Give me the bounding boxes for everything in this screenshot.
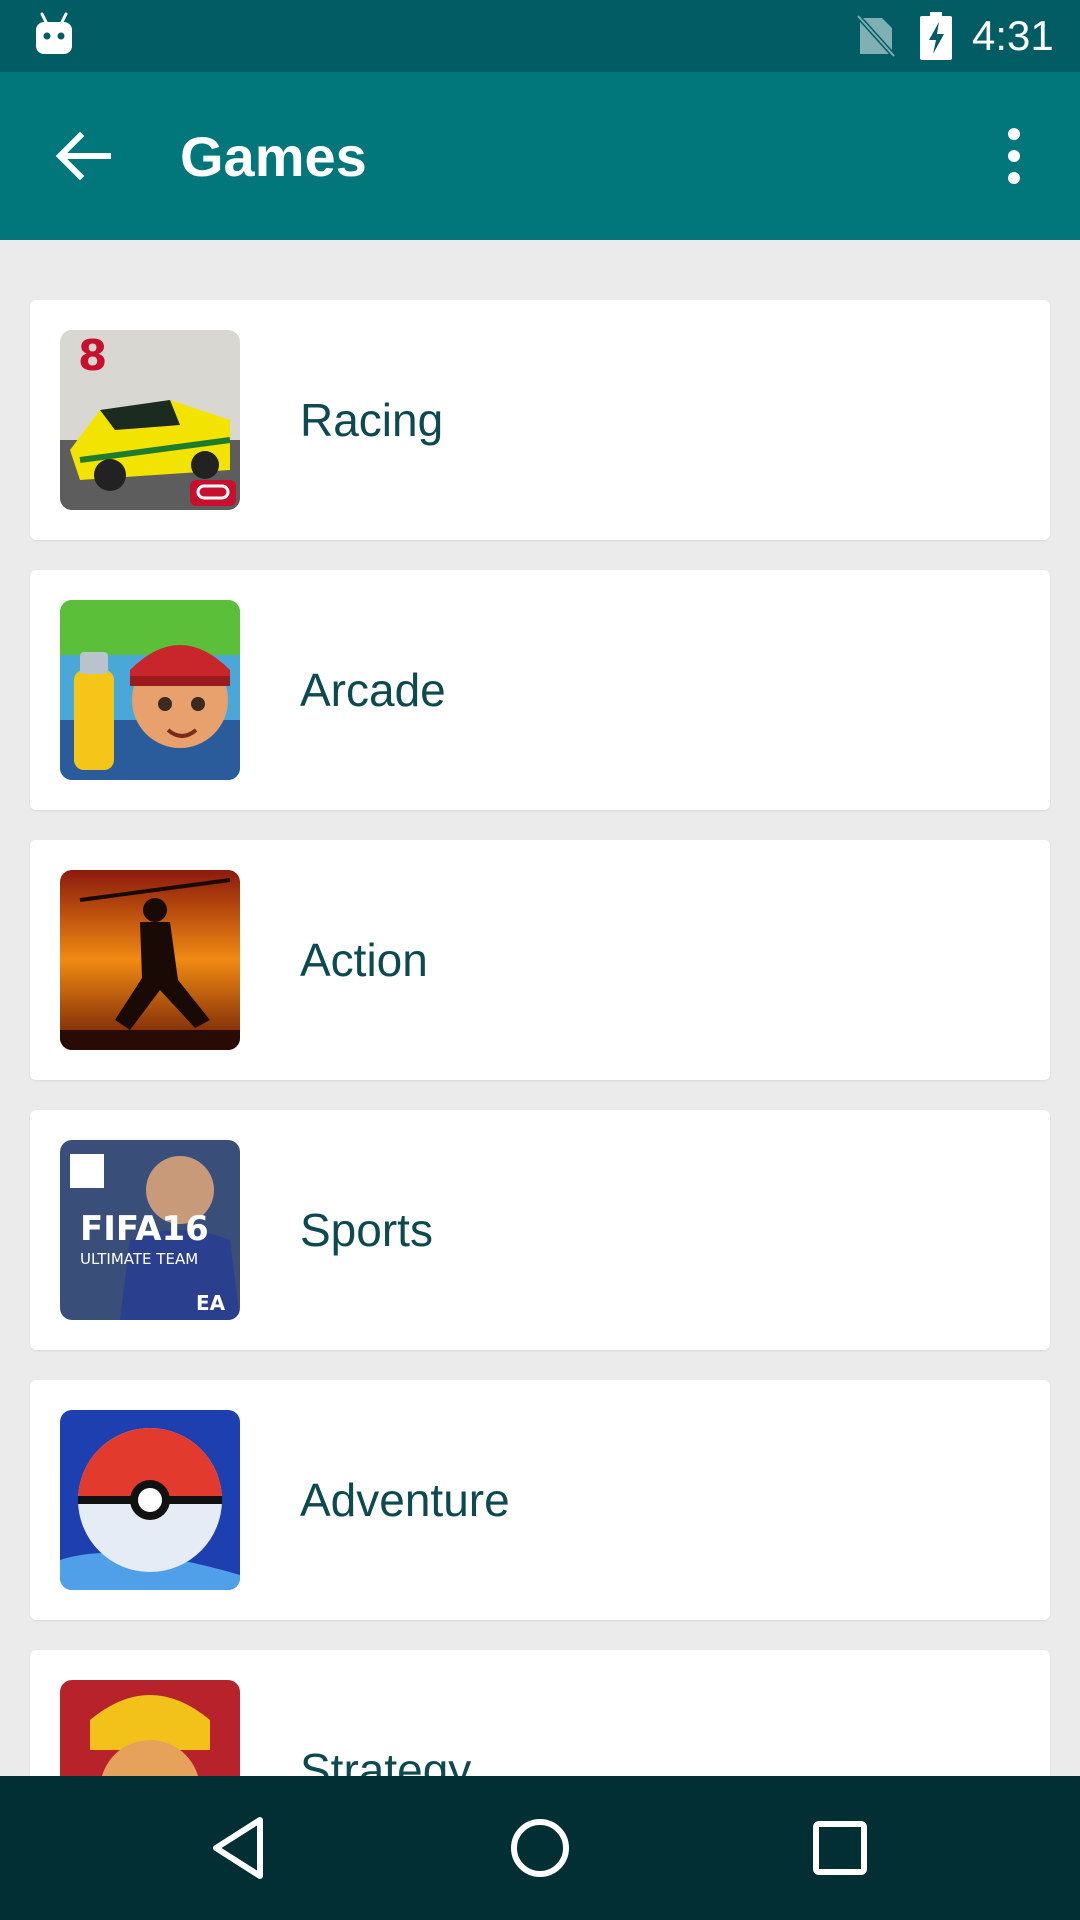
nav-home-icon[interactable] [500,1808,580,1888]
app-bar: Games [0,72,1080,240]
arcade-thumbnail [60,600,240,780]
battery-charging-icon [920,12,952,60]
navigation-bar [0,1776,1080,1920]
page-title: Games [180,125,367,188]
category-card-racing[interactable]: 8 Racing [30,300,1050,540]
no-sim-icon [856,14,896,58]
category-card-action[interactable]: Action [30,840,1050,1080]
racing-badge-text: 8 [78,331,107,380]
status-clock: 4:31 [972,12,1054,59]
category-label: Action [300,934,428,986]
racing-thumbnail: 8 [60,330,240,510]
category-card-sports[interactable]: FIFA16 ULTIMATE TEAM EA Sports [30,1110,1050,1350]
category-card-adventure[interactable]: Adventure [30,1380,1050,1620]
status-bar: 4:31 [0,0,1080,72]
sports-thumbnail: FIFA16 ULTIMATE TEAM EA [60,1140,240,1320]
category-label: Racing [300,394,444,446]
strategy-thumbnail [60,1680,240,1776]
category-label: Adventure [300,1474,510,1526]
nav-back-icon[interactable] [200,1808,280,1888]
category-list: 8 Racing Arcade Action FIFA16 ULTIMATE T… [0,240,1080,1776]
android-notification-icon [36,12,72,54]
adventure-thumbnail [60,1410,240,1590]
sports-brand-text: EA [196,1291,226,1315]
category-label: Sports [300,1204,433,1256]
category-card-strategy[interactable]: Strategy [30,1650,1050,1776]
more-vert-icon[interactable] [990,120,1038,192]
sports-subtitle-text: ULTIMATE TEAM [80,1250,198,1268]
arrow-back-icon[interactable] [48,120,120,192]
category-card-arcade[interactable]: Arcade [30,570,1050,810]
category-label: Arcade [300,664,446,716]
action-thumbnail [60,870,240,1050]
nav-recents-icon[interactable] [800,1808,880,1888]
category-label: Strategy [300,1744,472,1776]
sports-title-text: FIFA16 [80,1209,209,1249]
